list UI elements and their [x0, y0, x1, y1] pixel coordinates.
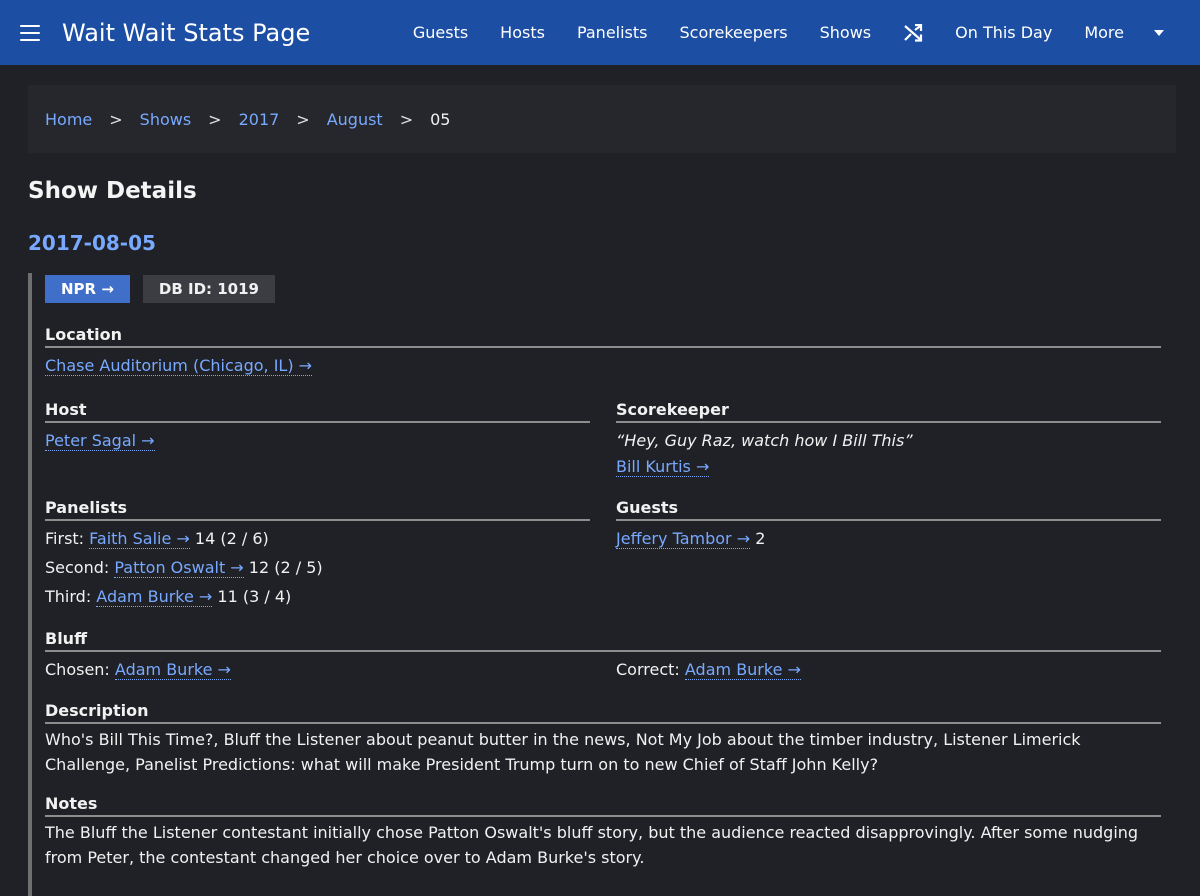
- bluff-chosen-link[interactable]: Adam Burke →: [115, 660, 231, 680]
- description-label: Description: [45, 701, 1161, 724]
- notes-label: Notes: [45, 794, 1161, 817]
- caret-down-icon: [1154, 30, 1164, 36]
- nav-panelists[interactable]: Panelists: [561, 0, 664, 65]
- description-section: Description Who's Bill This Time?, Bluff…: [45, 701, 1161, 777]
- nav-more[interactable]: More: [1068, 0, 1180, 65]
- panelist-row: First: Faith Salie → 14 (2 / 6): [45, 524, 590, 553]
- host-section: Host Peter Sagal →: [45, 400, 590, 480]
- breadcrumb-separator: >: [400, 110, 413, 129]
- bluff-label: Bluff: [45, 629, 1161, 652]
- panelists-guests-row: Panelists First: Faith Salie → 14 (2 / 6…: [45, 498, 1161, 611]
- nav-random[interactable]: [887, 0, 939, 65]
- panelists-section: Panelists First: Faith Salie → 14 (2 / 6…: [45, 498, 590, 611]
- host-scorekeeper-row: Host Peter Sagal → Scorekeeper “Hey, Guy…: [45, 400, 1161, 480]
- guest-link[interactable]: Jeffery Tambor →: [616, 529, 750, 549]
- nav-shows[interactable]: Shows: [804, 0, 888, 65]
- nav-scorekeepers[interactable]: Scorekeepers: [664, 0, 804, 65]
- page-title: Show Details: [28, 178, 1174, 204]
- bluff-section: Bluff Chosen: Adam Burke → Correct: Adam…: [45, 629, 1161, 684]
- menu-icon[interactable]: [20, 25, 40, 41]
- host-label: Host: [45, 400, 590, 423]
- bluff-chosen-label: Chosen:: [45, 660, 110, 679]
- main-nav: Guests Hosts Panelists Scorekeepers Show…: [397, 0, 1180, 65]
- panelist-score: 12 (2 / 5): [249, 558, 323, 577]
- panelist-link[interactable]: Faith Salie →: [89, 529, 190, 549]
- scorekeeper-label: Scorekeeper: [616, 400, 1161, 423]
- description-text: Who's Bill This Time?, Bluff the Listene…: [45, 727, 1161, 777]
- panelists-label: Panelists: [45, 498, 590, 521]
- panelist-position: Second:: [45, 558, 109, 577]
- nav-more-label: More: [1084, 23, 1124, 42]
- breadcrumb-separator: >: [296, 110, 309, 129]
- scorekeeper-link[interactable]: Bill Kurtis →: [616, 457, 709, 477]
- npr-link-button[interactable]: NPR →: [45, 275, 130, 303]
- panelist-position: Third:: [45, 587, 91, 606]
- breadcrumb-home[interactable]: Home: [45, 110, 92, 129]
- scorekeeper-quote: “Hey, Guy Raz, watch how I Bill This”: [616, 426, 1161, 454]
- host-link[interactable]: Peter Sagal →: [45, 431, 155, 451]
- location-label: Location: [45, 325, 1161, 348]
- show-date: 2017-08-05: [28, 231, 1174, 255]
- breadcrumb: Home > Shows > 2017 > August > 05: [28, 85, 1176, 153]
- badges: NPR → DB ID: 1019: [45, 273, 1161, 303]
- guests-section: Guests Jeffery Tambor → 2: [616, 498, 1161, 611]
- shuffle-icon: [903, 24, 923, 42]
- breadcrumb-separator: >: [109, 110, 122, 129]
- guests-label: Guests: [616, 498, 1161, 521]
- panelist-link[interactable]: Patton Oswalt →: [114, 558, 243, 578]
- main-content: Home > Shows > 2017 > August > 05 Show D…: [0, 65, 1200, 896]
- nav-hosts[interactable]: Hosts: [484, 0, 561, 65]
- scorekeeper-section: Scorekeeper “Hey, Guy Raz, watch how I B…: [616, 400, 1161, 480]
- panelist-link[interactable]: Adam Burke →: [96, 587, 212, 607]
- breadcrumb-year[interactable]: 2017: [239, 110, 280, 129]
- panelist-row: Third: Adam Burke → 11 (3 / 4): [45, 582, 590, 611]
- location-link[interactable]: Chase Auditorium (Chicago, IL) →: [45, 356, 312, 376]
- site-title[interactable]: Wait Wait Stats Page: [62, 19, 310, 47]
- notes-text: The Bluff the Listener contestant initia…: [45, 820, 1161, 870]
- breadcrumb-shows[interactable]: Shows: [140, 110, 192, 129]
- nav-on-this-day[interactable]: On This Day: [939, 0, 1068, 65]
- breadcrumb-separator: >: [208, 110, 221, 129]
- top-navigation-bar: Wait Wait Stats Page Guests Hosts Paneli…: [0, 0, 1200, 65]
- show-details: NPR → DB ID: 1019 Location Chase Auditor…: [28, 273, 1174, 896]
- breadcrumb-current-day: 05: [430, 110, 450, 129]
- guest-score: 2: [755, 529, 765, 548]
- bluff-correct-label: Correct:: [616, 660, 680, 679]
- guest-row: Jeffery Tambor → 2: [616, 524, 1161, 553]
- panelist-score: 11 (3 / 4): [217, 587, 291, 606]
- panelist-score: 14 (2 / 6): [195, 529, 269, 548]
- breadcrumb-month[interactable]: August: [327, 110, 383, 129]
- panelist-position: First:: [45, 529, 84, 548]
- bluff-correct-link[interactable]: Adam Burke →: [685, 660, 801, 680]
- nav-guests[interactable]: Guests: [397, 0, 484, 65]
- panelist-row: Second: Patton Oswalt → 12 (2 / 5): [45, 553, 590, 582]
- db-id-badge: DB ID: 1019: [143, 275, 275, 303]
- location-section: Location Chase Auditorium (Chicago, IL) …: [45, 325, 1161, 380]
- notes-section: Notes The Bluff the Listener contestant …: [45, 794, 1161, 896]
